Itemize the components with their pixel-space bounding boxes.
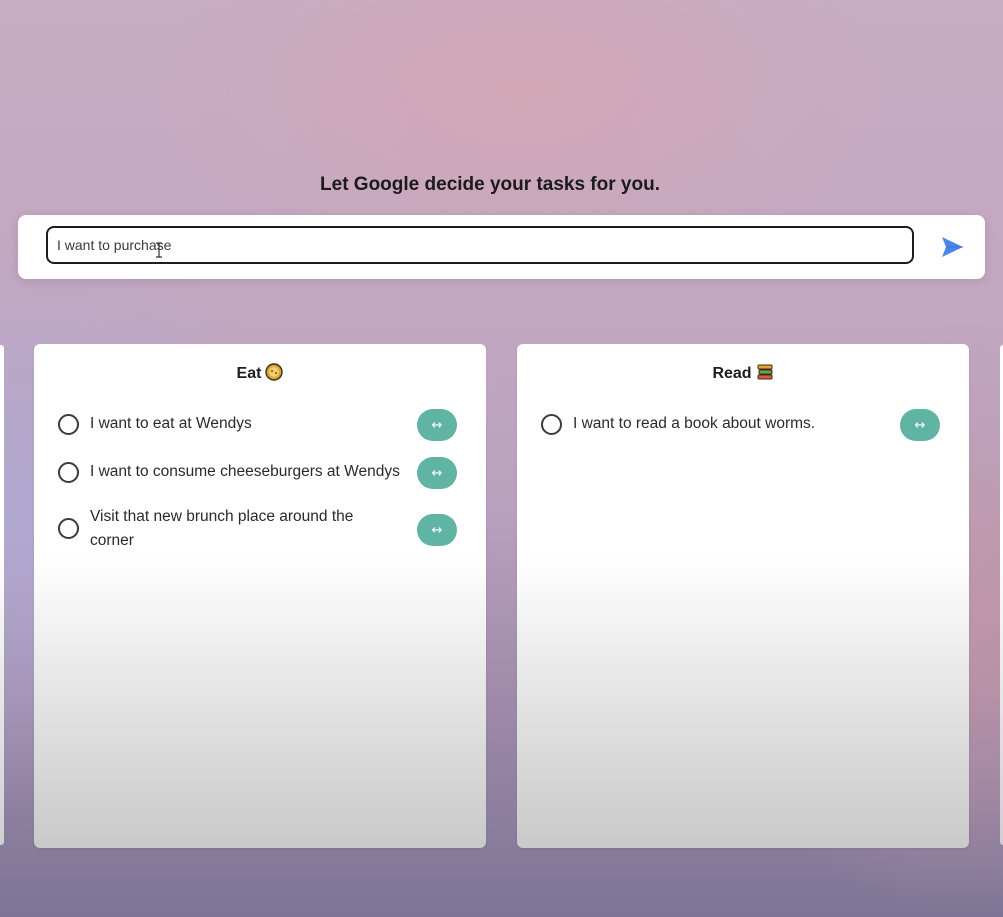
task-input[interactable] xyxy=(46,226,914,264)
category-card-read: Read I want to read a book about worms. … xyxy=(517,344,969,848)
card-title: Eat xyxy=(34,363,486,386)
task-text: I want to eat at Wendys xyxy=(90,415,252,432)
move-task-button[interactable]: ↔ xyxy=(417,409,457,441)
task-complete-radio[interactable] xyxy=(58,518,79,539)
task-item: Visit that new brunch place around the c… xyxy=(58,505,458,555)
move-task-button[interactable]: ↔ xyxy=(417,457,457,489)
cookie-emoji-icon xyxy=(265,363,284,386)
task-item: I want to read a book about worms. ↔ xyxy=(541,409,941,444)
card-title-label: Read xyxy=(712,365,752,382)
task-complete-radio[interactable] xyxy=(58,462,79,483)
card-title-label: Eat xyxy=(236,365,262,382)
category-card-eat: Eat I want to eat at Wendys ↔ I want to … xyxy=(34,344,486,848)
partial-card-left xyxy=(0,345,4,845)
task-complete-radio[interactable] xyxy=(541,414,562,435)
card-title: Read xyxy=(517,363,969,386)
send-button[interactable] xyxy=(936,232,968,262)
page-title: Let Google decide your tasks for you. xyxy=(320,174,660,195)
books-emoji-icon xyxy=(756,363,774,386)
task-text: I want to read a book about worms. xyxy=(573,415,816,432)
move-task-button[interactable]: ↔ xyxy=(417,514,457,546)
task-complete-radio[interactable] xyxy=(58,414,79,435)
paper-plane-send-icon xyxy=(942,237,963,257)
task-item: I want to eat at Wendys ↔ xyxy=(58,409,458,444)
task-item: I want to consume cheeseburgers at Wendy… xyxy=(58,457,458,492)
move-task-button[interactable]: ↔ xyxy=(900,409,940,441)
task-text: I want to consume cheeseburgers at Wendy… xyxy=(90,463,400,480)
task-input-panel xyxy=(18,215,985,279)
task-text: Visit that new brunch place around the c… xyxy=(90,508,354,549)
